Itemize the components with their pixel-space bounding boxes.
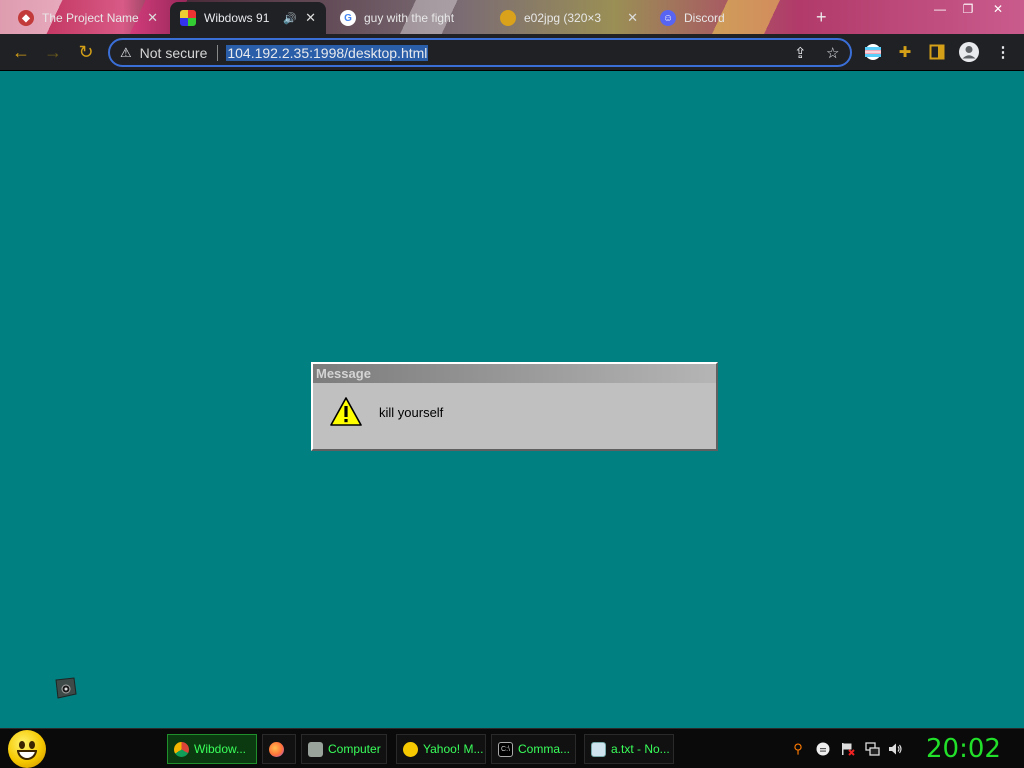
taskbar-item-label: Wibdow... — [194, 742, 247, 756]
tab-close-icon[interactable]: ✕ — [627, 10, 638, 26]
tab-label: Wibdows 91 — [204, 11, 270, 25]
taskbar-item-label: Computer — [328, 742, 381, 756]
smiley-eye — [29, 741, 35, 749]
tab-label: The Project Name — [42, 11, 139, 25]
not-secure-icon[interactable]: ⚠ — [120, 45, 132, 61]
start-button-smiley-icon[interactable] — [8, 730, 46, 768]
forward-button[interactable]: → — [41, 40, 65, 64]
tab-wibdows[interactable]: Wibdows 91 🔊 ✕ — [170, 2, 326, 34]
taskbar-item-label: Yahoo! M... — [423, 742, 484, 756]
browser-tab-strip: ◆ The Project Name ✕ Wibdows 91 🔊 ✕ G gu… — [0, 0, 1024, 34]
reload-button[interactable]: ↻ — [74, 40, 98, 64]
discord-favicon-icon: ☺ — [660, 10, 676, 26]
extensions-puzzle-icon[interactable]: ✚ — [894, 41, 916, 63]
dialog-title[interactable]: Message — [313, 364, 716, 383]
tab-close-icon[interactable]: ✕ — [305, 10, 316, 26]
custom-favicon-icon: ◆ — [18, 10, 34, 26]
taskbar-item-chrome[interactable]: Wibdow... — [167, 734, 257, 764]
tab-close-icon[interactable]: ✕ — [147, 10, 158, 26]
browser-menu-icon[interactable]: ⋮ — [992, 41, 1014, 63]
notepad-icon — [591, 741, 606, 757]
taskbar-item-label: Comma... — [518, 742, 571, 756]
taskbar-item-firefox[interactable] — [262, 734, 296, 764]
image-favicon-icon — [500, 10, 516, 26]
new-tab-button[interactable]: + — [816, 7, 827, 28]
action-center-flag-icon[interactable] — [840, 741, 856, 757]
messenger-tray-icon[interactable] — [815, 741, 831, 757]
taskbar: Wibdow... Computer Yahoo! M... C:\ Comma… — [0, 728, 1024, 768]
taskbar-item-computer[interactable]: Computer — [301, 734, 387, 764]
network-icon[interactable] — [864, 741, 880, 757]
bookmark-star-icon[interactable]: ☆ — [826, 44, 839, 62]
omnibox-divider — [217, 44, 219, 61]
volume-icon[interactable] — [887, 741, 903, 757]
side-panel-icon[interactable] — [926, 41, 948, 63]
tab-label: Discord — [684, 11, 725, 25]
message-dialog: Message kill yourself — [311, 362, 718, 451]
tab-label: e02jpg (320×3 — [524, 11, 602, 25]
browser-toolbar: ← → ↻ ⚠ Not secure 104.192.2.35:1998/des… — [0, 34, 1024, 71]
firefox-icon — [269, 741, 284, 757]
search-icon[interactable]: ⚲ — [790, 741, 806, 757]
taskbar-item-label: a.txt - No... — [611, 742, 670, 756]
computer-icon — [308, 741, 323, 757]
google-favicon-icon: G — [340, 10, 356, 26]
desktop-shortcut-icon[interactable] — [54, 676, 78, 700]
address-bar[interactable]: ⚠ Not secure 104.192.2.35:1998/desktop.h… — [108, 38, 852, 67]
command-prompt-icon: C:\ — [498, 741, 513, 757]
back-button[interactable]: ← — [9, 40, 33, 64]
speaker-icon[interactable]: 🔊 — [283, 12, 297, 25]
minimize-button[interactable]: — — [926, 0, 954, 18]
profile-avatar-icon[interactable] — [958, 41, 980, 63]
smiley-mouth — [17, 750, 37, 760]
wibdows-favicon-icon — [180, 10, 196, 26]
dialog-message: kill yourself — [379, 405, 444, 420]
tab-label: guy with the fight — [364, 11, 455, 25]
yahoo-messenger-icon — [403, 741, 418, 757]
tab-image[interactable]: e02jpg (320×3 ✕ — [490, 2, 648, 34]
tab-google-search[interactable]: G guy with the fight — [330, 2, 488, 34]
taskbar-clock[interactable]: 20:02 — [926, 734, 1001, 764]
close-window-button[interactable]: ✕ — [984, 0, 1012, 18]
taskbar-item-notepad[interactable]: a.txt - No... — [584, 734, 674, 764]
warning-icon — [330, 397, 362, 426]
taskbar-item-command-prompt[interactable]: C:\ Comma... — [491, 734, 576, 764]
tab-project[interactable]: ◆ The Project Name ✕ — [8, 2, 168, 34]
dialog-body: kill yourself — [313, 383, 716, 449]
taskbar-item-yahoo-messenger[interactable]: Yahoo! M... — [396, 734, 486, 764]
maximize-button[interactable]: ❐ — [954, 0, 982, 18]
tab-discord[interactable]: ☺ Discord — [650, 2, 808, 34]
chrome-icon — [174, 741, 189, 757]
smiley-eye — [19, 741, 25, 749]
security-status-label[interactable]: Not secure — [140, 45, 208, 61]
profile-flag-icon[interactable] — [862, 41, 884, 63]
share-icon[interactable]: ⇪ — [794, 44, 807, 62]
url-text[interactable]: 104.192.2.35:1998/desktop.html — [226, 44, 429, 61]
